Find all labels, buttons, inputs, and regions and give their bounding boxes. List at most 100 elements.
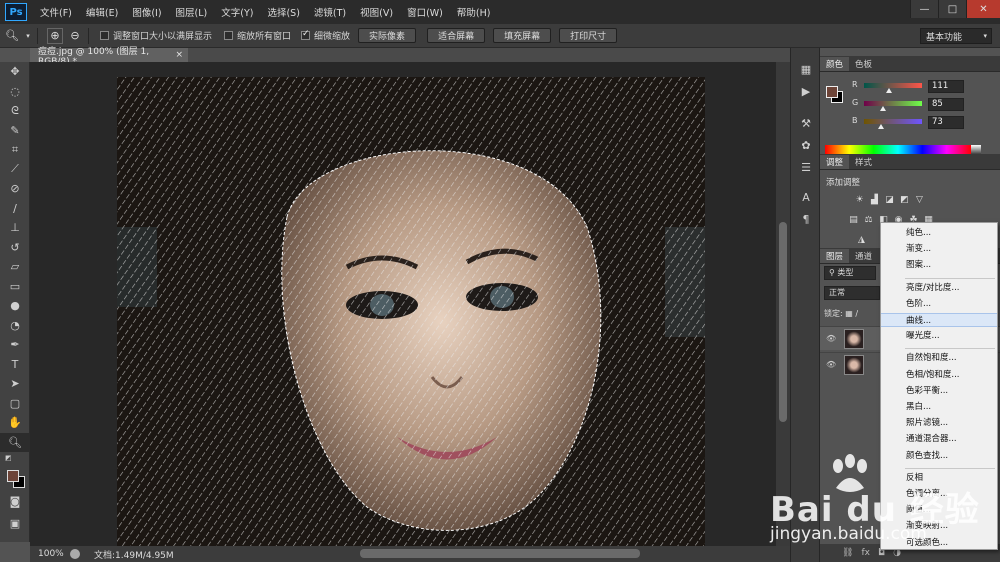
- blur-tool-icon[interactable]: ●: [0, 296, 30, 316]
- dropdown-arrow-icon[interactable]: ▾: [24, 28, 32, 44]
- fill-screen-button[interactable]: 填充屏幕: [493, 28, 552, 43]
- menu-item[interactable]: 自然饱和度...: [881, 351, 997, 365]
- gradient-tool-icon[interactable]: ▭: [0, 277, 30, 297]
- screen-mode-icon[interactable]: ▣: [0, 514, 30, 534]
- paragraph-panel-icon[interactable]: ¶: [791, 208, 821, 230]
- tab-swatches[interactable]: 色板: [849, 57, 878, 71]
- hue-saturation-icon[interactable]: ▤: [848, 214, 859, 225]
- green-value-field[interactable]: 85: [928, 98, 964, 111]
- menu-item[interactable]: 照片滤镜...: [881, 416, 997, 430]
- clone-stamp-tool-icon[interactable]: ⊥: [0, 218, 30, 238]
- zoom-out-icon[interactable]: ⊖: [67, 28, 83, 44]
- slider-track-red[interactable]: [864, 83, 922, 88]
- checkbox-box-checked[interactable]: [301, 29, 311, 40]
- actions-panel-icon[interactable]: ▶: [791, 80, 821, 102]
- slider-track-blue[interactable]: [864, 119, 922, 124]
- slider-red[interactable]: R 111: [850, 80, 998, 94]
- levels-icon[interactable]: ▟: [869, 194, 880, 205]
- foreground-color-swatch[interactable]: [826, 86, 838, 98]
- menu-item[interactable]: 色阶...: [881, 297, 997, 311]
- slider-track-green[interactable]: [864, 101, 922, 106]
- healing-brush-tool-icon[interactable]: ⊘: [0, 179, 30, 199]
- default-colors-icon[interactable]: ◩: [0, 452, 30, 464]
- actual-pixels-button[interactable]: 实际像素: [358, 28, 417, 43]
- workspace-select[interactable]: 基本功能 ▾: [920, 28, 992, 44]
- status-info-icon[interactable]: [70, 549, 80, 559]
- red-value-field[interactable]: 111: [928, 80, 964, 93]
- close-button[interactable]: ✕: [966, 0, 1000, 18]
- visibility-eye-icon[interactable]: 👁︎: [826, 334, 836, 343]
- document-info[interactable]: 文档:1.49M/4.95M: [94, 548, 174, 561]
- slider-thumb[interactable]: [877, 124, 884, 129]
- zoom-all-checkbox[interactable]: 缩放所有窗口: [224, 29, 291, 42]
- menu-view[interactable]: 视图(V): [353, 5, 400, 19]
- menu-item[interactable]: 亮度/对比度...: [881, 281, 997, 295]
- zoom-tool-icon[interactable]: 🔍︎: [0, 432, 30, 452]
- move-tool-icon[interactable]: ✥: [0, 62, 30, 82]
- document-tab[interactable]: 痘痘.jpg @ 100% (图层 1, RGB/8) * ×: [30, 47, 188, 67]
- fit-screen-button[interactable]: 适合屏幕: [427, 28, 486, 43]
- brush-panel-icon[interactable]: ✿: [791, 134, 821, 156]
- menu-layer[interactable]: 图层(L): [169, 5, 215, 19]
- menu-image[interactable]: 图像(I): [125, 5, 168, 19]
- menu-item[interactable]: 图案...: [881, 258, 997, 272]
- fit-window-checkbox[interactable]: 调整窗口大小以满屏显示: [100, 29, 212, 42]
- close-icon[interactable]: ×: [175, 50, 183, 60]
- lock-pixels-icon[interactable]: ▦: [845, 309, 855, 318]
- curves-icon[interactable]: ◪: [884, 194, 895, 205]
- history-panel-icon[interactable]: ▦: [791, 58, 821, 80]
- tab-adjustments[interactable]: 调整: [820, 155, 850, 169]
- layer-filter-select[interactable]: ⚲ 类型: [824, 266, 876, 280]
- eraser-tool-icon[interactable]: ▱: [0, 257, 30, 277]
- rectangle-tool-icon[interactable]: ▢: [0, 394, 30, 414]
- menu-help[interactable]: 帮助(H): [450, 5, 498, 19]
- eyedropper-tool-icon[interactable]: ⟋: [0, 160, 30, 180]
- blue-value-field[interactable]: 73: [928, 116, 964, 129]
- photo-canvas[interactable]: [117, 77, 705, 546]
- checkbox-box[interactable]: [100, 31, 109, 40]
- vertical-scroll-thumb[interactable]: [779, 222, 787, 422]
- menu-item[interactable]: 纯色...: [881, 226, 997, 240]
- zoom-in-icon[interactable]: ⊕: [47, 27, 63, 44]
- tab-channels[interactable]: 通道: [849, 249, 878, 263]
- path-selection-tool-icon[interactable]: ➤: [0, 374, 30, 394]
- tool-presets-icon[interactable]: ⚒: [791, 112, 821, 134]
- minimize-button[interactable]: —: [910, 0, 938, 18]
- menu-item[interactable]: 通道混合器...: [881, 432, 997, 446]
- tab-styles[interactable]: 样式: [849, 155, 878, 169]
- adjust-sliders-icon[interactable]: ☰: [791, 156, 821, 178]
- vibrance-icon[interactable]: ▽: [914, 194, 925, 205]
- slider-green[interactable]: G 85: [850, 98, 998, 112]
- menu-type[interactable]: 文字(Y): [214, 5, 260, 19]
- pen-tool-icon[interactable]: ✒: [0, 335, 30, 355]
- menu-window[interactable]: 窗口(W): [400, 5, 450, 19]
- marquee-tool-icon[interactable]: ◌: [0, 82, 30, 102]
- canvas-area[interactable]: [30, 62, 790, 546]
- menu-item[interactable]: 曲线...: [881, 313, 997, 327]
- print-size-button[interactable]: 打印尺寸: [559, 28, 618, 43]
- dodge-tool-icon[interactable]: ◔: [0, 316, 30, 336]
- checkbox-box[interactable]: [224, 31, 234, 40]
- invert-icon[interactable]: ◮: [856, 234, 867, 245]
- slider-thumb[interactable]: [886, 88, 893, 93]
- character-panel-icon[interactable]: A: [791, 186, 821, 208]
- menu-item[interactable]: 曝光度...: [881, 329, 997, 343]
- brush-tool-icon[interactable]: ∕: [0, 199, 30, 219]
- horizontal-scroll-thumb[interactable]: [360, 549, 640, 558]
- tab-color[interactable]: 颜色: [820, 57, 850, 71]
- color-balance-icon[interactable]: ⚖: [863, 214, 874, 225]
- foreground-color-swatch[interactable]: [7, 470, 19, 482]
- slider-thumb[interactable]: [880, 106, 887, 111]
- exposure-icon[interactable]: ◩: [899, 194, 910, 205]
- zoom-level[interactable]: 100%: [38, 549, 66, 559]
- brightness-icon[interactable]: ☀: [854, 194, 865, 205]
- visibility-eye-icon[interactable]: 👁︎: [826, 360, 836, 369]
- quick-mask-icon[interactable]: ◙: [0, 492, 30, 512]
- zoom-tool-icon[interactable]: 🔍︎: [4, 28, 20, 44]
- menu-file[interactable]: 文件(F): [33, 5, 79, 19]
- hand-tool-icon[interactable]: ✋: [0, 413, 30, 433]
- lasso-tool-icon[interactable]: ᘓ: [0, 101, 30, 121]
- maximize-button[interactable]: □: [938, 0, 966, 18]
- type-tool-icon[interactable]: T: [0, 355, 30, 375]
- lock-brush-icon[interactable]: ∕: [855, 309, 858, 318]
